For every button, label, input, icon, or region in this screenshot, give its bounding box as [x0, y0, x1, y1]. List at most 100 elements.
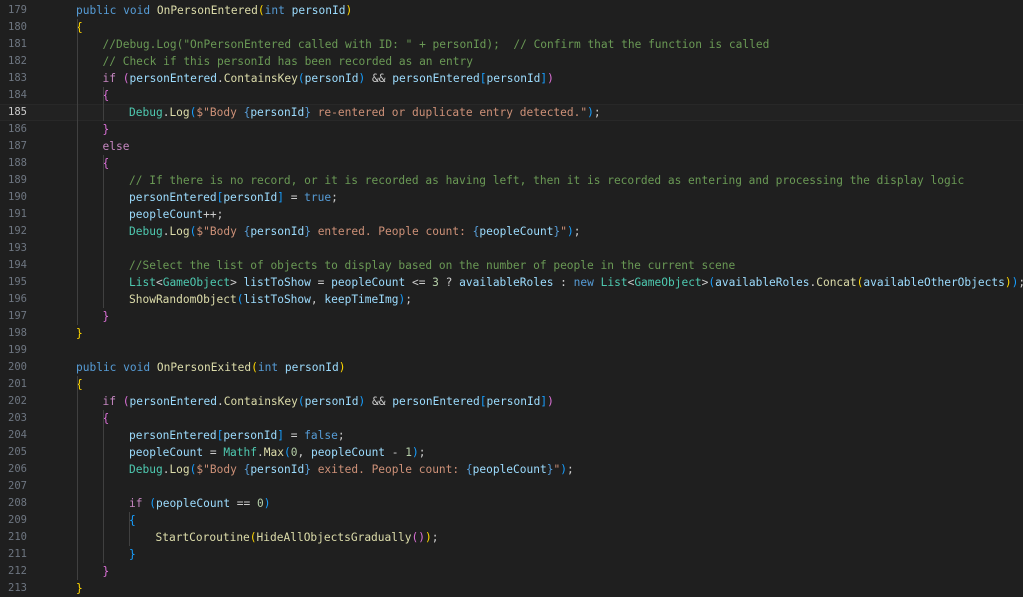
code-line[interactable]: 180{	[0, 19, 1023, 36]
code-token: ;	[418, 446, 426, 459]
code-editor[interactable]: 179 public void OnPersonEntered(int perso…	[0, 0, 1023, 595]
code-token: (	[249, 531, 257, 544]
code-token: ContainsKey	[223, 395, 298, 408]
code-line[interactable]: 204 personEntered[personId] = false;	[0, 427, 1023, 444]
line-number: 182	[8, 55, 27, 67]
code-line[interactable]: 183 if (personEntered.ContainsKey(personI…	[0, 70, 1023, 87]
code-token: HideAllObjectsGradually	[256, 531, 412, 544]
code-line[interactable]: 188{	[0, 155, 1023, 172]
code-line[interactable]: 189 // If there is no record, or it is re…	[0, 172, 1023, 189]
code-text: // Check if this personId has been recor…	[103, 53, 473, 70]
line-number: 203	[8, 412, 27, 424]
code-text: }	[76, 325, 83, 342]
code-token: )	[560, 463, 567, 476]
code-token: personId	[486, 395, 541, 408]
code-token: peopleCount	[331, 276, 406, 289]
code-line[interactable]: 211}	[0, 546, 1023, 563]
code-line[interactable]: 187 else	[0, 138, 1023, 155]
code-line[interactable]: 184{	[0, 87, 1023, 104]
code-line[interactable]: 182 // Check if this personId has been re…	[0, 53, 1023, 70]
line-number: 189	[8, 174, 27, 186]
code-token: // Check if this personId has been recor…	[102, 55, 473, 68]
code-token: personId	[304, 72, 359, 85]
code-token: )	[547, 72, 554, 85]
code-line[interactable]: 201{	[0, 376, 1023, 393]
line-number: 187	[8, 140, 27, 152]
line-number: 210	[8, 531, 27, 543]
code-line[interactable]: 192 Debug.Log($"Body {personId} entered. …	[0, 223, 1023, 240]
indent-guide	[103, 87, 104, 121]
code-token: availableRoles	[459, 276, 554, 289]
code-line[interactable]: 191 peopleCount++;	[0, 206, 1023, 223]
line-number: 212	[8, 565, 27, 577]
code-token: false	[304, 429, 338, 442]
code-token: personId	[250, 106, 305, 119]
code-token: int	[264, 4, 292, 17]
code-token: personEntered	[129, 72, 218, 85]
code-text: }	[129, 546, 136, 563]
code-token: Concat	[816, 276, 857, 289]
code-token: //Debug.Log("OnPersonEntered called with…	[102, 38, 770, 51]
line-number: 183	[8, 72, 27, 84]
code-line[interactable]: 212}	[0, 563, 1023, 580]
code-token: )	[587, 106, 594, 119]
code-line[interactable]: 181 //Debug.Log("OnPersonEntered called w…	[0, 36, 1023, 53]
code-text: if (personEntered.ContainsKey(personId) …	[103, 393, 554, 410]
code-line[interactable]: 196 ShowRandomObject(listToShow, keepTime…	[0, 291, 1023, 308]
code-token: peopleCount	[472, 463, 547, 476]
code-token: personId	[250, 463, 305, 476]
indent-guide	[77, 376, 78, 580]
code-token: ++;	[203, 208, 224, 221]
code-line[interactable]: 203{	[0, 410, 1023, 427]
code-token: )	[338, 361, 346, 374]
code-text: Debug.Log($"Body {personId} re-entered o…	[129, 104, 601, 121]
code-token: listToShow	[243, 276, 311, 289]
code-token: availableOtherObjects	[863, 276, 1005, 289]
code-text: Debug.Log($"Body {personId} entered. Peo…	[129, 223, 580, 240]
code-text: if (personEntered.ContainsKey(personId) …	[103, 70, 554, 87]
code-token: if	[102, 72, 123, 85]
code-line[interactable]: 207	[0, 478, 1023, 495]
code-line[interactable]: 197}	[0, 308, 1023, 325]
code-token: -	[385, 446, 406, 459]
code-line[interactable]: 190 personEntered[personId] = true;	[0, 189, 1023, 206]
code-token: // If there is no record, or it is recor…	[129, 174, 965, 187]
code-token: .	[257, 446, 264, 459]
code-line[interactable]: 209 {	[0, 512, 1023, 529]
code-line[interactable]: 185 Debug.Log($"Body {personId} re-entere…	[0, 104, 1023, 121]
code-line[interactable]: 210 StartCoroutine(HideAllObjectsGraduall…	[0, 529, 1023, 546]
code-line[interactable]: 213}	[0, 580, 1023, 597]
code-line[interactable]: 179 public void OnPersonEntered(int perso…	[0, 2, 1023, 19]
line-number: 197	[8, 310, 27, 322]
code-token: $"Body	[196, 225, 244, 238]
code-token: re-entered or duplicate entry detected."	[310, 106, 588, 119]
code-line[interactable]: 194 //Select the list of objects to displ…	[0, 257, 1023, 274]
code-line[interactable]: 206 Debug.Log($"Body {personId} exited. P…	[0, 461, 1023, 478]
code-line[interactable]: 200 public void OnPersonExited(int person…	[0, 359, 1023, 376]
code-line[interactable]: 205 peopleCount = Mathf.Max(0, peopleCoun…	[0, 444, 1023, 461]
code-line[interactable]: 208 if (peopleCount == 0)	[0, 495, 1023, 512]
code-text: List<GameObject> listToShow = peopleCoun…	[129, 274, 1023, 291]
code-token: (	[251, 361, 258, 374]
code-token: (	[257, 4, 265, 17]
code-text: }	[103, 563, 110, 580]
code-token: ;	[331, 191, 338, 204]
line-number: 200	[8, 361, 27, 373]
code-line[interactable]: 186}	[0, 121, 1023, 138]
code-token: peopleCount	[155, 497, 231, 510]
code-text: //Select the list of objects to display …	[129, 257, 735, 274]
code-token: personId	[250, 225, 305, 238]
code-token: public	[76, 4, 124, 17]
code-token: ,	[297, 446, 311, 459]
code-line[interactable]: 198}	[0, 325, 1023, 342]
code-line[interactable]: 193	[0, 240, 1023, 257]
code-token: }	[129, 548, 136, 561]
code-token: $"Body	[196, 463, 244, 476]
code-token: )	[547, 395, 554, 408]
code-token: ;	[566, 463, 574, 476]
code-line[interactable]: 202 if (personEntered.ContainsKey(personI…	[0, 393, 1023, 410]
code-text: personEntered[personId] = true;	[129, 189, 338, 206]
code-line[interactable]: 195 List<GameObject> listToShow = peopleC…	[0, 274, 1023, 291]
line-number: 205	[8, 446, 27, 458]
code-line[interactable]: 199	[0, 342, 1023, 359]
